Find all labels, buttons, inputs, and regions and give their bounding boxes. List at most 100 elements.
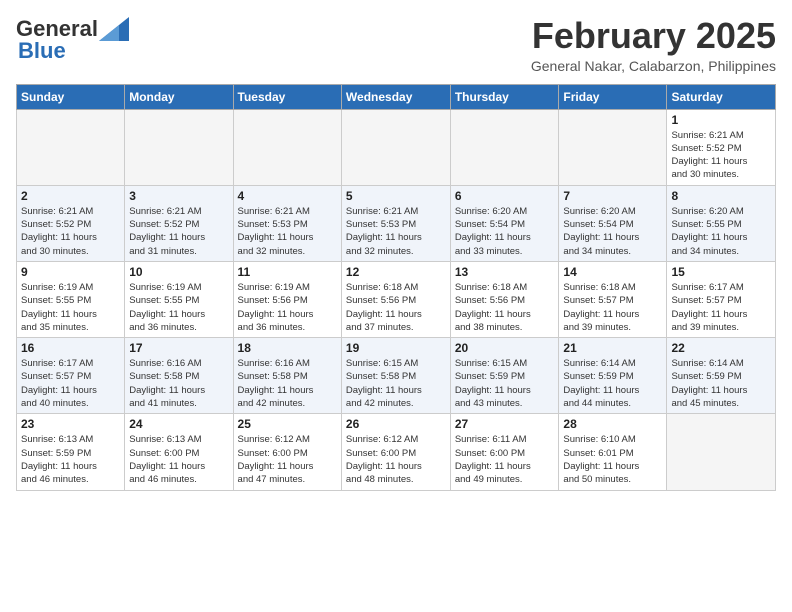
calendar-cell: 18 Sunrise: 6:16 AM Sunset: 5:58 PM Dayli… — [233, 338, 341, 414]
calendar-cell: 12 Sunrise: 6:18 AM Sunset: 5:56 PM Dayli… — [341, 261, 450, 337]
day-info: Sunrise: 6:18 AM Sunset: 5:56 PM Dayligh… — [346, 281, 446, 334]
calendar-week-row-1: 2 Sunrise: 6:21 AM Sunset: 5:52 PM Daylig… — [17, 185, 776, 261]
day-number: 22 — [671, 341, 771, 355]
day-number: 3 — [129, 189, 228, 203]
calendar-cell: 16Sunrise: 6:17 AM Sunset: 5:57 PM Dayli… — [17, 338, 125, 414]
day-info: Sunrise: 6:13 AM Sunset: 5:59 PM Dayligh… — [21, 433, 120, 486]
day-info: Sunrise: 6:12 AM Sunset: 6:00 PM Dayligh… — [238, 433, 337, 486]
day-number: 24 — [129, 417, 228, 431]
day-number: 9 — [21, 265, 120, 279]
calendar-cell: 5 Sunrise: 6:21 AM Sunset: 5:53 PM Daylig… — [341, 185, 450, 261]
calendar-week-row-2: 9 Sunrise: 6:19 AM Sunset: 5:55 PM Daylig… — [17, 261, 776, 337]
calendar-cell: 22 Sunrise: 6:14 AM Sunset: 5:59 PM Dayli… — [667, 338, 776, 414]
calendar-weekday-sunday: Sunday — [17, 84, 125, 109]
day-info: Sunrise: 6:14 AM Sunset: 5:59 PM Dayligh… — [563, 357, 662, 410]
calendar-cell: 1 Sunrise: 6:21 AM Sunset: 5:52 PM Daylig… — [667, 109, 776, 185]
calendar-weekday-thursday: Thursday — [450, 84, 559, 109]
calendar-table: SundayMondayTuesdayWednesdayThursdayFrid… — [16, 84, 776, 491]
day-number: 8 — [671, 189, 771, 203]
calendar-cell: 4 Sunrise: 6:21 AM Sunset: 5:53 PM Daylig… — [233, 185, 341, 261]
calendar-week-row-4: 23 Sunrise: 6:13 AM Sunset: 5:59 PM Dayli… — [17, 414, 776, 490]
calendar-cell: 24 Sunrise: 6:13 AM Sunset: 6:00 PM Dayli… — [125, 414, 233, 490]
day-info: Sunrise: 6:15 AM Sunset: 5:58 PM Dayligh… — [346, 357, 446, 410]
calendar-cell: 19 Sunrise: 6:15 AM Sunset: 5:58 PM Dayli… — [341, 338, 450, 414]
calendar-cell: 28 Sunrise: 6:10 AM Sunset: 6:01 PM Dayli… — [559, 414, 667, 490]
calendar-cell — [559, 109, 667, 185]
day-number: 11 — [238, 265, 337, 279]
calendar-cell: 17 Sunrise: 6:16 AM Sunset: 5:58 PM Dayli… — [125, 338, 233, 414]
day-info: Sunrise: 6:21 AM Sunset: 5:52 PM Dayligh… — [21, 205, 120, 258]
calendar-cell: 14Sunrise: 6:18 AM Sunset: 5:57 PM Dayli… — [559, 261, 667, 337]
location-text: General Nakar, Calabarzon, Philippines — [531, 58, 776, 74]
day-info: Sunrise: 6:15 AM Sunset: 5:59 PM Dayligh… — [455, 357, 555, 410]
day-info: Sunrise: 6:19 AM Sunset: 5:56 PM Dayligh… — [238, 281, 337, 334]
calendar-week-row-3: 16Sunrise: 6:17 AM Sunset: 5:57 PM Dayli… — [17, 338, 776, 414]
calendar-cell — [233, 109, 341, 185]
day-info: Sunrise: 6:21 AM Sunset: 5:52 PM Dayligh… — [671, 129, 771, 182]
day-info: Sunrise: 6:21 AM Sunset: 5:53 PM Dayligh… — [346, 205, 446, 258]
calendar-cell: 3Sunrise: 6:21 AM Sunset: 5:52 PM Daylig… — [125, 185, 233, 261]
calendar-cell: 13Sunrise: 6:18 AM Sunset: 5:56 PM Dayli… — [450, 261, 559, 337]
day-info: Sunrise: 6:17 AM Sunset: 5:57 PM Dayligh… — [671, 281, 771, 334]
day-info: Sunrise: 6:20 AM Sunset: 5:55 PM Dayligh… — [671, 205, 771, 258]
day-number: 26 — [346, 417, 446, 431]
calendar-cell: 25 Sunrise: 6:12 AM Sunset: 6:00 PM Dayli… — [233, 414, 341, 490]
day-number: 20 — [455, 341, 555, 355]
calendar-week-row-0: 1 Sunrise: 6:21 AM Sunset: 5:52 PM Daylig… — [17, 109, 776, 185]
day-info: Sunrise: 6:16 AM Sunset: 5:58 PM Dayligh… — [129, 357, 228, 410]
day-number: 17 — [129, 341, 228, 355]
day-number: 4 — [238, 189, 337, 203]
day-info: Sunrise: 6:11 AM Sunset: 6:00 PM Dayligh… — [455, 433, 555, 486]
calendar-cell: 6 Sunrise: 6:20 AM Sunset: 5:54 PM Daylig… — [450, 185, 559, 261]
day-info: Sunrise: 6:14 AM Sunset: 5:59 PM Dayligh… — [671, 357, 771, 410]
day-number: 10 — [129, 265, 228, 279]
month-title: February 2025 — [531, 16, 776, 56]
day-number: 12 — [346, 265, 446, 279]
calendar-cell: 21 Sunrise: 6:14 AM Sunset: 5:59 PM Dayli… — [559, 338, 667, 414]
day-number: 27 — [455, 417, 555, 431]
day-info: Sunrise: 6:20 AM Sunset: 5:54 PM Dayligh… — [455, 205, 555, 258]
calendar-cell: 10 Sunrise: 6:19 AM Sunset: 5:55 PM Dayli… — [125, 261, 233, 337]
calendar-cell: 8 Sunrise: 6:20 AM Sunset: 5:55 PM Daylig… — [667, 185, 776, 261]
calendar-cell: 23 Sunrise: 6:13 AM Sunset: 5:59 PM Dayli… — [17, 414, 125, 490]
calendar-cell: 15Sunrise: 6:17 AM Sunset: 5:57 PM Dayli… — [667, 261, 776, 337]
day-info: Sunrise: 6:18 AM Sunset: 5:57 PM Dayligh… — [563, 281, 662, 334]
logo-icon — [99, 17, 129, 41]
calendar-cell — [450, 109, 559, 185]
day-number: 28 — [563, 417, 662, 431]
logo: General Blue — [16, 16, 130, 64]
day-info: Sunrise: 6:20 AM Sunset: 5:54 PM Dayligh… — [563, 205, 662, 258]
day-info: Sunrise: 6:10 AM Sunset: 6:01 PM Dayligh… — [563, 433, 662, 486]
calendar-weekday-friday: Friday — [559, 84, 667, 109]
calendar-cell — [667, 414, 776, 490]
day-number: 2 — [21, 189, 120, 203]
calendar-cell: 11 Sunrise: 6:19 AM Sunset: 5:56 PM Dayli… — [233, 261, 341, 337]
day-number: 16 — [21, 341, 120, 355]
day-number: 25 — [238, 417, 337, 431]
day-info: Sunrise: 6:12 AM Sunset: 6:00 PM Dayligh… — [346, 433, 446, 486]
day-number: 19 — [346, 341, 446, 355]
calendar-header-row: SundayMondayTuesdayWednesdayThursdayFrid… — [17, 84, 776, 109]
calendar-cell — [341, 109, 450, 185]
day-info: Sunrise: 6:19 AM Sunset: 5:55 PM Dayligh… — [129, 281, 228, 334]
day-number: 7 — [563, 189, 662, 203]
day-number: 6 — [455, 189, 555, 203]
day-info: Sunrise: 6:19 AM Sunset: 5:55 PM Dayligh… — [21, 281, 120, 334]
calendar-weekday-wednesday: Wednesday — [341, 84, 450, 109]
day-info: Sunrise: 6:21 AM Sunset: 5:53 PM Dayligh… — [238, 205, 337, 258]
day-number: 5 — [346, 189, 446, 203]
calendar-cell — [125, 109, 233, 185]
day-info: Sunrise: 6:13 AM Sunset: 6:00 PM Dayligh… — [129, 433, 228, 486]
day-number: 1 — [671, 113, 771, 127]
day-number: 23 — [21, 417, 120, 431]
day-info: Sunrise: 6:16 AM Sunset: 5:58 PM Dayligh… — [238, 357, 337, 410]
day-number: 21 — [563, 341, 662, 355]
logo-blue-text: Blue — [18, 38, 66, 64]
calendar-cell: 27 Sunrise: 6:11 AM Sunset: 6:00 PM Dayli… — [450, 414, 559, 490]
title-block: February 2025 General Nakar, Calabarzon,… — [531, 16, 776, 74]
day-number: 13 — [455, 265, 555, 279]
calendar-cell: 20 Sunrise: 6:15 AM Sunset: 5:59 PM Dayli… — [450, 338, 559, 414]
calendar-cell — [17, 109, 125, 185]
day-number: 18 — [238, 341, 337, 355]
calendar-cell: 2 Sunrise: 6:21 AM Sunset: 5:52 PM Daylig… — [17, 185, 125, 261]
